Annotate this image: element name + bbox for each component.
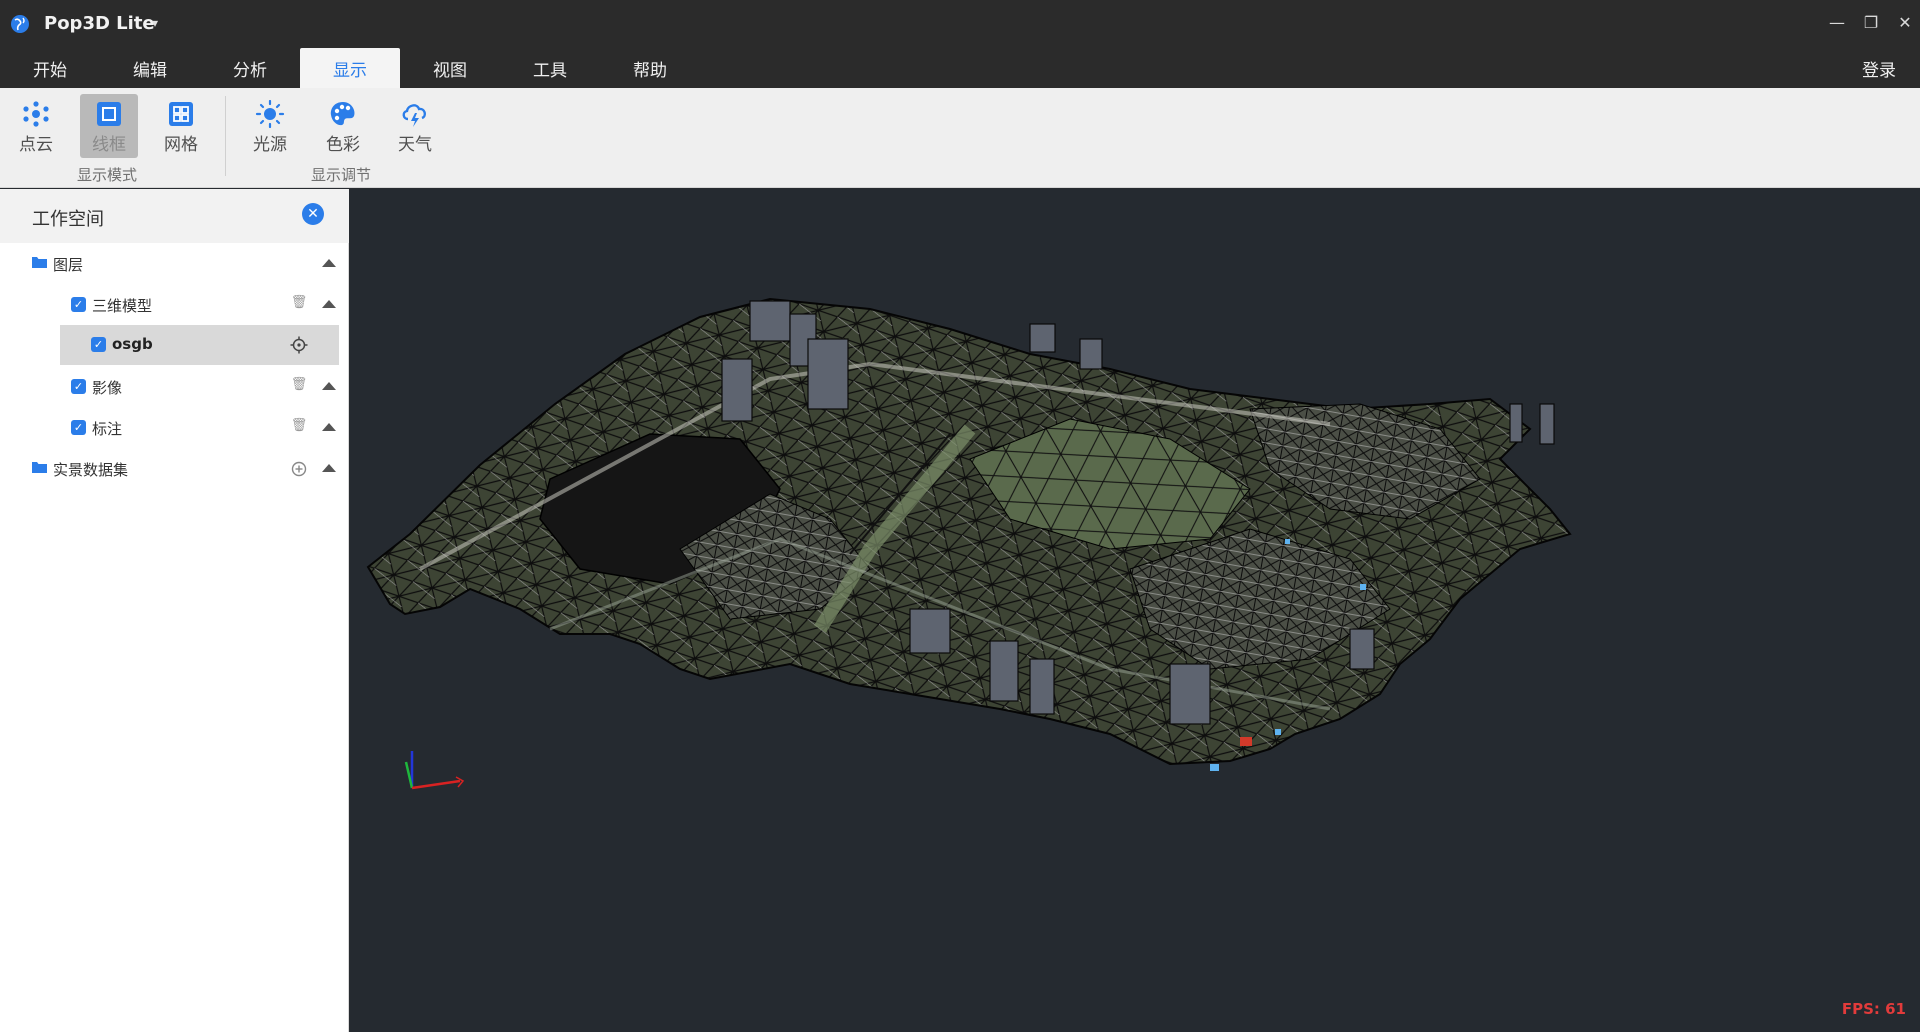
- folder-icon: [32, 462, 47, 473]
- trash-icon[interactable]: 🗑: [290, 294, 308, 312]
- tree-label-osgb: osgb: [112, 335, 153, 353]
- color-label: 色彩: [326, 135, 360, 155]
- collapse-icon[interactable]: [322, 464, 336, 472]
- collapse-icon[interactable]: [322, 259, 336, 267]
- weather-label: 天气: [398, 135, 432, 155]
- display-mode-group-label: 显示模式: [77, 166, 138, 184]
- light-source-label: 光源: [253, 135, 287, 155]
- axis-gizmo: [404, 751, 465, 790]
- trash-icon[interactable]: 🗑: [290, 417, 308, 435]
- app-menu-dropdown-icon[interactable]: ▾: [152, 16, 158, 30]
- workspace-header: 工作空间 ✕: [0, 189, 349, 243]
- workspace-panel: 工作空间 ✕ 图层 ✓ 三维模型 🗑 ✓ osgb ✓ 影像 🗑 ✓ 标注 🗑 …: [0, 189, 349, 1032]
- tree-item-imagery[interactable]: ✓ 影像 🗑: [0, 367, 349, 407]
- tree-item-osgb[interactable]: ✓ osgb: [60, 325, 339, 365]
- sun-icon: [255, 100, 285, 128]
- tree-label-imagery: 影像: [92, 379, 123, 397]
- login-button[interactable]: 登录: [1862, 48, 1896, 88]
- checkbox-osgb[interactable]: ✓: [91, 337, 106, 352]
- minimize-button[interactable]: —: [1826, 12, 1848, 34]
- palette-icon: [330, 102, 355, 126]
- workspace-title: 工作空间: [32, 209, 104, 230]
- app-title: Pop3D Lite: [44, 13, 155, 34]
- globe-logo-icon: [11, 15, 29, 33]
- close-panel-icon[interactable]: ✕: [302, 203, 324, 225]
- title-bar: Pop3D Lite ▾ — ❐ ✕: [0, 0, 1920, 48]
- weather-button[interactable]: 天气: [386, 94, 444, 158]
- tree-item-layers[interactable]: 图层: [0, 244, 349, 284]
- collapse-icon[interactable]: [322, 300, 336, 308]
- collapse-icon[interactable]: [322, 382, 336, 390]
- close-button[interactable]: ✕: [1894, 12, 1916, 34]
- tree-item-dataset[interactable]: 实景数据集: [0, 449, 349, 489]
- locate-target-icon[interactable]: [290, 336, 308, 354]
- wireframe-icon: [97, 102, 121, 126]
- tree-label-annotation: 标注: [92, 420, 123, 438]
- point-cloud-label: 点云: [19, 135, 53, 155]
- tree-label-3d-model: 三维模型: [92, 297, 153, 315]
- color-button[interactable]: 色彩: [314, 94, 372, 158]
- fps-counter: FPS: 61: [1841, 1000, 1906, 1018]
- ribbon-separator: [225, 96, 226, 176]
- restore-button[interactable]: ❐: [1860, 12, 1882, 34]
- ribbon-toolbar: 点云 线框 网格 显示模式 光源 色彩 天气 显示调节: [0, 88, 1920, 188]
- tab-display[interactable]: 显示: [300, 48, 400, 88]
- tree-item-3d-model[interactable]: ✓ 三维模型 🗑: [0, 285, 349, 325]
- tab-view[interactable]: 视图: [400, 48, 500, 88]
- wireframe-button[interactable]: 线框: [80, 94, 138, 158]
- tree-item-annotation[interactable]: ✓ 标注 🗑: [0, 408, 349, 448]
- weather-storm-icon: [402, 104, 427, 127]
- wireframe-city-model: [366, 297, 1572, 790]
- wireframe-label: 线框: [92, 135, 126, 155]
- 3d-viewport[interactable]: FPS: 61: [350, 189, 1920, 1032]
- mesh-button[interactable]: 网格: [152, 94, 210, 158]
- tree-label-layers: 图层: [53, 256, 84, 274]
- mesh-label: 网格: [164, 135, 198, 155]
- point-cloud-icon: [23, 101, 49, 127]
- tab-start[interactable]: 开始: [0, 48, 100, 88]
- checkbox-imagery[interactable]: ✓: [71, 379, 86, 394]
- point-cloud-button[interactable]: 点云: [7, 94, 65, 158]
- folder-icon: [32, 257, 47, 268]
- checkbox-3d-model[interactable]: ✓: [71, 297, 86, 312]
- menu-bar: 开始 编辑 分析 显示 视图 工具 帮助 登录: [0, 48, 1920, 88]
- display-adjust-group-label: 显示调节: [311, 166, 372, 184]
- tab-tools[interactable]: 工具: [500, 48, 600, 88]
- trash-icon[interactable]: 🗑: [290, 376, 308, 394]
- collapse-icon[interactable]: [322, 423, 336, 431]
- mesh-icon: [169, 102, 193, 126]
- tree-label-dataset: 实景数据集: [53, 461, 129, 479]
- tab-analysis[interactable]: 分析: [200, 48, 300, 88]
- tab-help[interactable]: 帮助: [600, 48, 700, 88]
- checkbox-annotation[interactable]: ✓: [71, 420, 86, 435]
- add-circle-icon[interactable]: [290, 460, 308, 478]
- tab-edit[interactable]: 编辑: [100, 48, 200, 88]
- light-source-button[interactable]: 光源: [241, 94, 299, 158]
